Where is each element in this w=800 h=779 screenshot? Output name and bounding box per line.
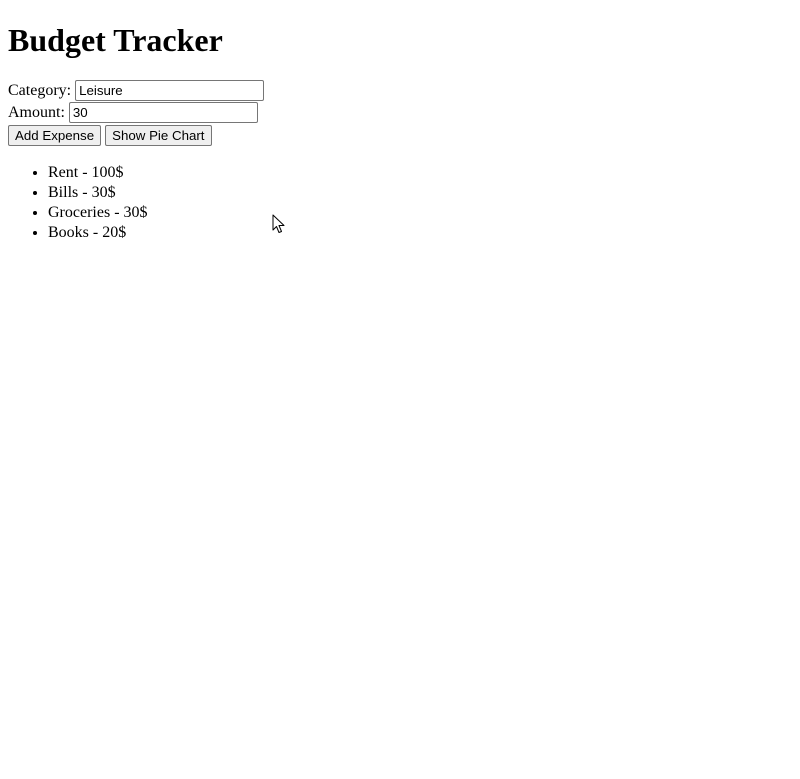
category-row: Category: [8,80,792,102]
amount-label: Amount: [8,103,65,121]
expense-list-item: Bills - 30$ [48,183,792,203]
action-buttons: Add Expense Show Pie Chart [8,125,792,147]
show-pie-chart-button[interactable]: Show Pie Chart [105,125,212,147]
category-label: Category: [8,81,72,99]
expense-list-item: Groceries - 30$ [48,203,792,223]
expense-list: Rent - 100$ Bills - 30$ Groceries - 30$ … [8,163,792,243]
expense-list-item: Rent - 100$ [48,163,792,183]
budget-tracker-page: Budget Tracker Category: Amount: Add Exp… [0,0,800,779]
amount-row: Amount: [8,102,792,124]
add-expense-button[interactable]: Add Expense [8,125,102,147]
category-input[interactable] [75,80,265,102]
amount-input[interactable] [68,102,258,124]
page-title: Budget Tracker [8,22,223,58]
expense-list-item: Books - 20$ [48,223,792,243]
